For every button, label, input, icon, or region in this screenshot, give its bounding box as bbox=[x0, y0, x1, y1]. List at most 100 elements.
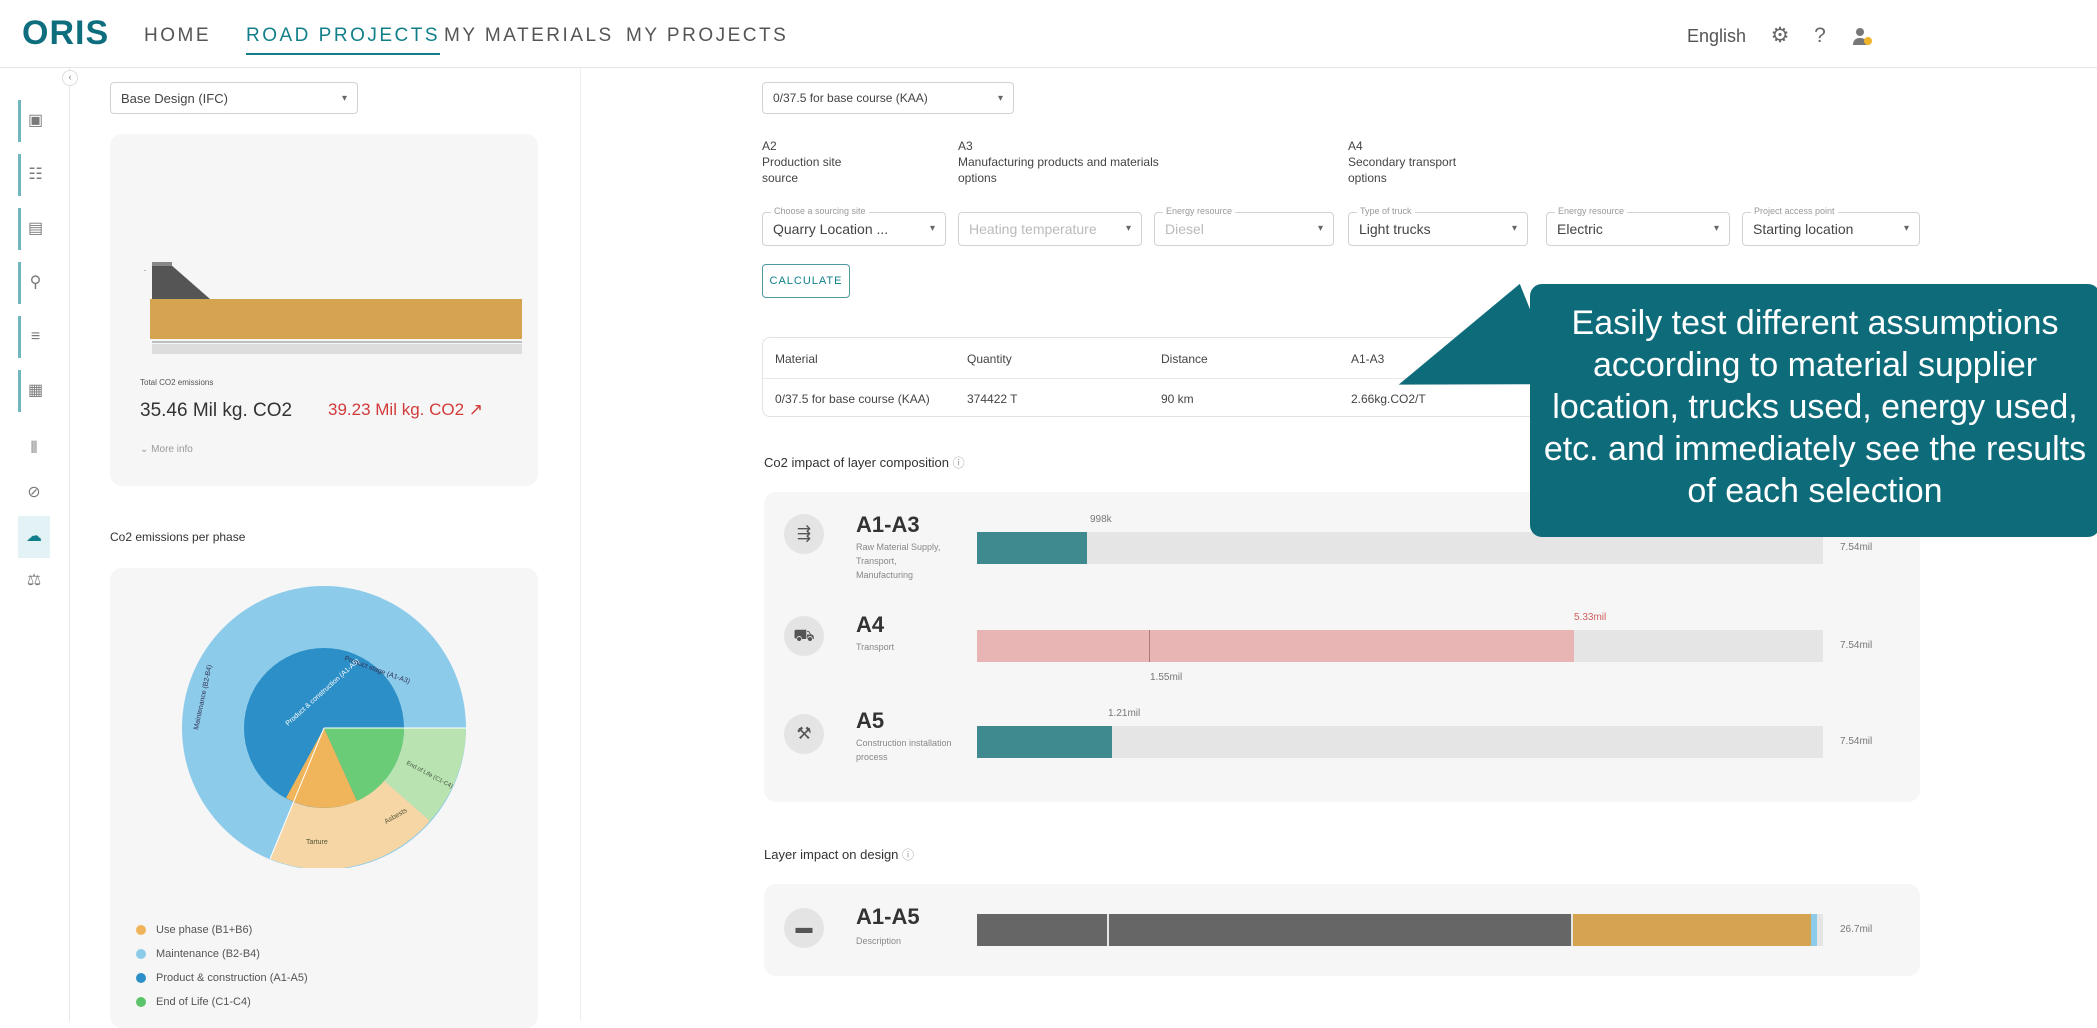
legend-item-use-phase[interactable]: Use phase (B1+B6) bbox=[136, 924, 252, 936]
legend-item-end-of-life[interactable]: End of Life (C1-C4) bbox=[136, 996, 251, 1008]
gear-icon[interactable]: ⚙ bbox=[1768, 24, 1792, 48]
row-a5-fill bbox=[977, 726, 1113, 758]
svg-text:-: - bbox=[144, 268, 146, 274]
rail-globe-icon[interactable]: ⊘ bbox=[18, 472, 50, 514]
nav-my-projects[interactable]: MY PROJECTS bbox=[626, 25, 788, 47]
rail-list-icon[interactable]: ≡ bbox=[18, 316, 50, 358]
field-label: Project access point bbox=[1751, 206, 1838, 216]
section-line2: options bbox=[958, 171, 997, 185]
section-line1: Manufacturing products and materials bbox=[958, 155, 1159, 169]
rail-co2-icon[interactable]: ☁ bbox=[18, 516, 50, 558]
nav-home[interactable]: HOME bbox=[144, 25, 211, 47]
legend-label: End of Life (C1-C4) bbox=[156, 996, 251, 1008]
legend-item-maintenance[interactable]: Maintenance (B2-B4) bbox=[136, 948, 260, 960]
truck-icon: ⛟ bbox=[784, 616, 824, 656]
row-a1a3-title: A1-A3 bbox=[856, 512, 920, 537]
calculate-button[interactable]: CALCULATE bbox=[762, 264, 850, 298]
row-a1a3-end: 7.54mil bbox=[1840, 542, 1873, 553]
pie-label-tarture: Tarture bbox=[306, 839, 328, 846]
rail-stack-icon[interactable]: ▤ bbox=[18, 208, 50, 250]
design-row-track[interactable] bbox=[977, 914, 1823, 946]
field-value: Electric bbox=[1557, 221, 1603, 237]
rail-3d-icon[interactable]: ▣ bbox=[18, 100, 50, 142]
table-header-a1a3: A1-A3 bbox=[1351, 352, 1385, 366]
section-a4: A4 Secondary transport options bbox=[1348, 138, 1456, 186]
total-emissions-card: - Total CO2 emissions 35.46 Mil kg. CO2 … bbox=[110, 134, 538, 486]
section-code: A2 bbox=[762, 139, 777, 153]
design-segment-4 bbox=[1811, 914, 1817, 946]
app-logo[interactable]: ORIS bbox=[22, 14, 109, 53]
row-a5-title: A5 bbox=[856, 708, 885, 733]
nav-my-materials[interactable]: MY MATERIALS bbox=[444, 25, 614, 47]
row-a1a3-mark: 998k bbox=[1090, 514, 1112, 525]
design-row-end: 26.7mil bbox=[1840, 924, 1873, 935]
row-a5-sub: Construction installation process bbox=[856, 738, 952, 762]
nav-road-projects[interactable]: ROAD PROJECTS bbox=[246, 25, 441, 55]
material-select-value: 0/37.5 for base course (KAA) bbox=[773, 91, 928, 105]
rail-chart-icon[interactable]: ⚖ bbox=[18, 560, 50, 602]
design-segment-3 bbox=[1573, 914, 1811, 946]
row-a4-sub: Transport bbox=[856, 642, 895, 652]
left-rail: ▣ ☷ ▤ ⚲ ≡ ▦ ⦀ ⊘ ☁ ⚖ bbox=[0, 68, 70, 1021]
field-value: Heating temperature bbox=[969, 221, 1097, 237]
field-label: Choose a sourcing site bbox=[771, 206, 869, 216]
user-icon[interactable] bbox=[1850, 24, 1874, 48]
section-line1: Production site bbox=[762, 155, 842, 169]
legend-item-product-construction[interactable]: Product & construction (A1-A5) bbox=[136, 972, 308, 984]
total-emissions-label: Total CO2 emissions bbox=[140, 378, 214, 387]
language-selector[interactable]: English bbox=[1687, 26, 1746, 47]
field-label: Energy resource bbox=[1163, 206, 1236, 216]
help-icon[interactable]: ? bbox=[1808, 24, 1832, 48]
table-cell-material: 0/37.5 for base course (KAA) bbox=[775, 392, 930, 406]
rail-location-icon[interactable]: ⚲ bbox=[18, 262, 50, 304]
energy-resource-a3-select[interactable]: Energy resource Diesel ▾ bbox=[1154, 206, 1334, 246]
row-a5-track[interactable] bbox=[977, 726, 1823, 758]
row-a4-end: 7.54mil bbox=[1840, 640, 1873, 651]
table-cell-quantity: 374422 T bbox=[967, 392, 1018, 406]
design-select[interactable]: Base Design (IFC) ▾ bbox=[110, 82, 358, 114]
total-emissions-value: 35.46 Mil kg. CO2 bbox=[140, 400, 293, 421]
section-a3: A3 Manufacturing products and materials … bbox=[958, 138, 1159, 186]
table-header-material: Material bbox=[775, 352, 818, 366]
row-a1a3-fill bbox=[977, 532, 1087, 564]
phase-chart-card: Product stage (A1-A3) Product & construc… bbox=[110, 568, 538, 1028]
rail-columns-icon[interactable]: ⦀ bbox=[18, 428, 50, 470]
truck-type-select[interactable]: Type of truck Light trucks ▾ bbox=[1348, 206, 1528, 246]
section-line2: source bbox=[762, 171, 799, 185]
more-info-link[interactable]: ⌄ More info bbox=[140, 444, 193, 455]
section-code: A4 bbox=[1348, 139, 1363, 153]
rail-layers-icon[interactable]: ☷ bbox=[18, 154, 50, 196]
row-a1a3-sub: Raw Material Supply, Transport, Manufact… bbox=[856, 542, 941, 580]
row-a4-track[interactable] bbox=[977, 630, 1823, 662]
collapse-panel-icon[interactable]: ‹ bbox=[62, 70, 78, 86]
info-icon[interactable]: ⓘ bbox=[902, 848, 914, 862]
design-segment-2 bbox=[1109, 914, 1571, 946]
project-access-point-select[interactable]: Project access point Starting location ▾ bbox=[1742, 206, 1920, 246]
row-a4-divider bbox=[1149, 630, 1150, 662]
row-a5-end: 7.54mil bbox=[1840, 736, 1873, 747]
field-value: Starting location bbox=[1753, 221, 1854, 237]
layer-composition-title-text: Co2 impact of layer composition bbox=[764, 455, 949, 470]
heating-temperature-select[interactable]: Heating temperature ▾ bbox=[958, 212, 1142, 246]
info-icon[interactable]: ⓘ bbox=[953, 456, 965, 470]
field-label: Type of truck bbox=[1357, 206, 1415, 216]
row-a4-sub-mark: 1.55mil bbox=[1150, 672, 1183, 683]
field-value: Light trucks bbox=[1359, 221, 1431, 237]
design-row-sub: Description bbox=[856, 936, 902, 946]
legend-label: Product & construction (A1-A5) bbox=[156, 972, 308, 984]
legend-dot-end-of-life bbox=[136, 997, 146, 1007]
legend-dot-use-phase bbox=[136, 925, 146, 935]
layer-cross-section: - bbox=[144, 262, 522, 354]
chevron-down-icon: ▾ bbox=[341, 92, 347, 104]
material-select[interactable]: 0/37.5 for base course (KAA) ▾ bbox=[762, 82, 1014, 114]
rail-table-icon[interactable]: ▦ bbox=[18, 370, 50, 412]
table-header-quantity: Quantity bbox=[967, 352, 1012, 366]
legend-dot-maintenance bbox=[136, 949, 146, 959]
energy-resource-a4-select[interactable]: Energy resource Electric ▾ bbox=[1546, 206, 1730, 246]
chevron-down-icon: ▾ bbox=[929, 223, 935, 234]
more-info-text: More info bbox=[151, 444, 193, 455]
compare-emissions-value: 39.23 Mil kg. CO2 ↗ bbox=[328, 400, 484, 419]
table-header-distance: Distance bbox=[1161, 352, 1208, 366]
chevron-down-icon: ▾ bbox=[997, 92, 1003, 104]
sourcing-site-select[interactable]: Choose a sourcing site Quarry Location ..… bbox=[762, 206, 946, 246]
